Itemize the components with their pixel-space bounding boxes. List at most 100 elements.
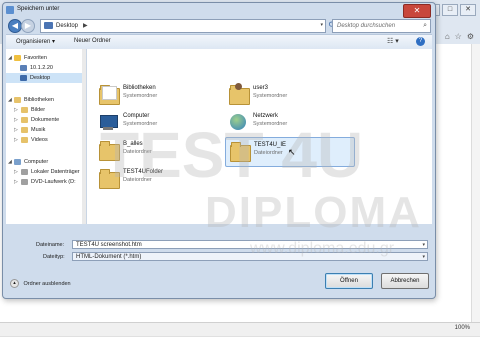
browser-close-button[interactable]: ✕ [460,4,476,16]
folder-icon [97,167,120,189]
back-button[interactable]: ◀ [8,19,22,33]
gear-icon[interactable]: ⚙ [467,32,474,41]
breadcrumb-arrow-icon[interactable]: ▶ [83,22,88,29]
address-bar[interactable]: Desktop ▶ ▾ [40,19,326,33]
nav-item-videos[interactable]: ▷ Videos [6,135,86,145]
browser-scrollbar[interactable] [471,44,480,322]
nav-item-computer[interactable]: ◢ Computer [6,157,86,167]
item-name: Computer [123,113,150,119]
expand-icon[interactable]: ▷ [14,115,18,125]
nav-item-libraries[interactable]: ◢ Bibliotheken [6,95,86,105]
breadcrumb-desktop[interactable]: Desktop [56,23,78,29]
address-dropdown-icon[interactable]: ▾ [320,22,323,28]
hide-folders-toggle[interactable]: ▴ Ordner ausblenden [10,279,71,288]
item-type: Systemordner [123,121,158,127]
search-input[interactable]: Desktop durchsuchen ⌕ [332,19,431,33]
save-button[interactable]: Öffnen [325,273,373,289]
favorites-star-icon [14,55,21,61]
new-folder-button[interactable]: Neuer Ordner [74,38,111,44]
nav-item-documents[interactable]: ▷ Dokumente [6,115,86,125]
nav-item-desktop[interactable]: Desktop [6,73,86,83]
nav-item-music[interactable]: ▷ Musik [6,125,86,135]
desktop-folder-icon [44,22,53,29]
filename-dropdown-icon[interactable]: ▾ [422,241,425,248]
zoom-level[interactable]: 100% [455,325,470,331]
forward-button[interactable]: ▶ [21,19,35,33]
list-item[interactable]: Computer Systemordner [95,109,223,137]
list-item[interactable]: Netzwerk Systemordner [225,109,353,137]
nav-item-network-share[interactable]: 10.1.2.20 [6,63,86,73]
save-as-dialog: Speichern unter ✕ ◀ ▶ Desktop ▶ ▾ ⟳ Desk… [2,2,436,299]
favorites-star-icon[interactable]: ☆ [455,32,462,41]
dialog-close-button[interactable]: ✕ [403,4,431,18]
mouse-cursor-icon: ↖ [288,147,296,157]
navigation-bar: ◀ ▶ Desktop ▶ ▾ ⟳ Desktop durchsuchen ⌕ [6,19,432,33]
nav-item-label: Dokumente [31,117,60,123]
filetype-dropdown-icon[interactable]: ▾ [422,253,425,260]
collapse-icon: ▴ [10,279,19,288]
nav-item-label: Computer [24,159,49,165]
app-icon [6,6,14,14]
item-name: TEST4U_IE [254,142,287,148]
expand-icon[interactable]: ◢ [8,95,12,105]
filename-label: Dateiname: [36,242,65,248]
dvd-drive-icon [21,179,28,185]
nav-item-label: Favoriten [24,55,47,61]
item-type: Dateiordner [254,150,283,156]
help-icon[interactable]: ? [416,37,425,46]
search-icon[interactable]: ⌕ [423,22,427,30]
nav-item-pictures[interactable]: ▷ Bilder [6,105,86,115]
expand-icon[interactable]: ◢ [8,157,12,167]
dialog-footer: ▴ Ordner ausblenden Öffnen Abbrechen [6,271,432,295]
list-item[interactable]: TEST4UFolder Dateiordner [95,165,223,193]
command-toolbar: Organisieren ▾ Neuer Ordner ☷ ▾ ? [6,34,432,50]
list-item[interactable]: user3 Systemordner [225,81,353,109]
expand-icon[interactable]: ▷ [14,125,18,135]
nav-item-label: Videos [31,137,48,143]
network-icon [227,111,249,133]
browser-maximize-button[interactable]: □ [442,4,458,16]
nav-item-label: Desktop [30,75,51,81]
cancel-button[interactable]: Abbrechen [381,273,429,289]
list-item[interactable]: B_alles Dateiordner [95,137,223,165]
nav-item-local-disk[interactable]: ▷ Lokaler Datenträger [6,167,86,177]
library-folder-icon [97,83,120,105]
item-name: user3 [253,85,269,91]
expand-icon[interactable]: ▷ [14,177,18,187]
filename-value: TEST4U screenshot.htm [76,242,142,248]
item-type: Dateiordner [123,149,152,155]
item-type: Systemordner [253,93,288,99]
filename-field[interactable]: TEST4U screenshot.htm ▾ [72,240,428,249]
nav-item-label: Musik [31,127,46,133]
nav-pane-scrollbar[interactable] [82,49,86,224]
nav-item-label: 10.1.2.20 [30,65,53,71]
file-list: Bibliotheken Systemordner user3 Systemor… [87,49,432,224]
dialog-titlebar[interactable]: Speichern unter ✕ [3,3,435,18]
desktop-icon [20,75,27,81]
libraries-icon [14,97,21,103]
hard-drive-icon [21,169,28,175]
view-options-icon[interactable]: ☷ ▾ [387,37,399,45]
search-placeholder: Desktop durchsuchen [337,23,396,29]
expand-icon[interactable]: ▷ [14,135,18,145]
music-icon [21,127,28,133]
nav-item-favorites[interactable]: ◢ Favoriten [6,53,86,63]
item-name: B_alles [123,141,143,147]
browser-bottom-area [0,336,480,361]
hide-folders-label: Ordner ausblenden [23,280,71,287]
organize-button[interactable]: Organisieren ▾ [16,38,55,45]
expand-icon[interactable]: ◢ [8,53,12,63]
browser-statusbar: 100% [0,322,480,336]
list-item[interactable]: Bibliotheken Systemordner [95,81,223,109]
filetype-select[interactable]: HTML-Dokument (*.htm) ▾ [72,252,428,261]
expand-icon[interactable]: ▷ [14,167,18,177]
computer-icon [97,111,119,133]
videos-icon [21,137,28,143]
item-type: Systemordner [253,121,288,127]
expand-icon[interactable]: ▷ [14,105,18,115]
home-icon[interactable]: ⌂ [445,32,450,41]
nav-item-dvd-drive[interactable]: ▷ DVD-Laufwerk (D: [6,177,86,187]
nav-item-label: Bilder [31,107,46,113]
item-name: Netzwerk [253,113,279,119]
folder-icon [228,140,251,162]
